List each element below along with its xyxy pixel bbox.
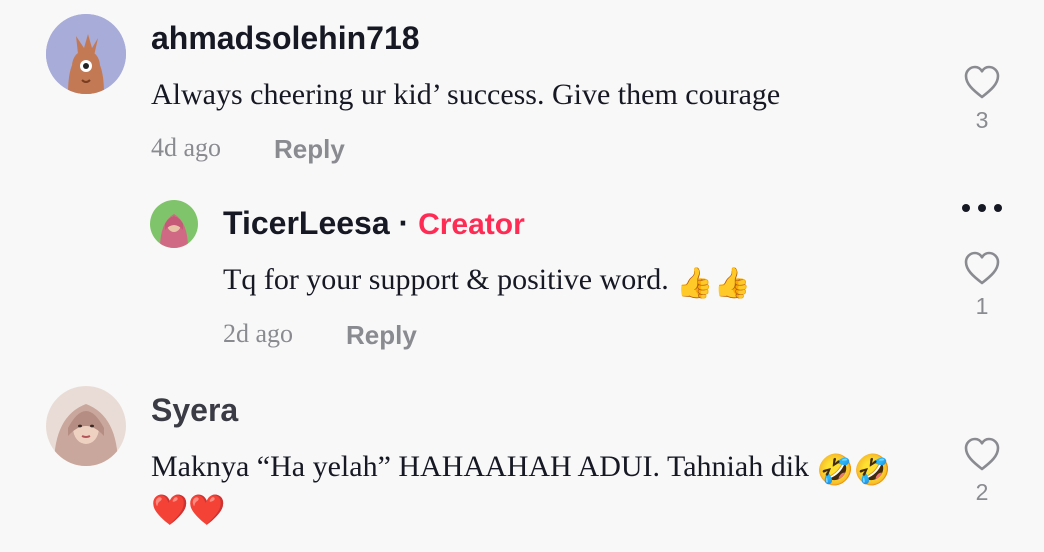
heart-outline-icon xyxy=(964,65,1000,99)
username[interactable]: ahmadsolehin718 xyxy=(151,20,420,57)
like-count: 3 xyxy=(975,107,989,133)
username[interactable]: Syera xyxy=(151,392,238,429)
thumbs-up-emoji: 👍👍 xyxy=(676,267,751,300)
comment-text-content: Maknya “Ha yelah” HAHAAHAH ADUI. Tahniah… xyxy=(151,450,817,483)
badge-separator: · xyxy=(398,205,410,241)
avatar-image xyxy=(46,386,126,466)
avatar-image xyxy=(150,200,198,248)
heart-outline-icon xyxy=(964,437,1000,471)
red-heart-emoji: ❤️❤️ xyxy=(151,494,226,527)
comment-time: 2d ago xyxy=(223,319,294,348)
like-button[interactable]: 1 xyxy=(962,250,1002,320)
reply-button[interactable]: Reply xyxy=(274,134,345,165)
comment-text: Maknya “Ha yelah” HAHAAHAH ADUI. Tahniah… xyxy=(151,450,891,488)
creator-username[interactable]: TicerLeesa xyxy=(223,205,390,241)
like-count: 2 xyxy=(975,479,989,505)
more-options-icon[interactable] xyxy=(960,198,1004,218)
avatar-image xyxy=(46,14,126,94)
comment-time: 4d ago xyxy=(151,133,222,162)
avatar[interactable] xyxy=(46,14,126,94)
comment-text: Always cheering ur kid’ success. Give th… xyxy=(151,78,781,111)
username: TicerLeesa · Creator xyxy=(223,205,525,242)
avatar[interactable] xyxy=(46,386,126,466)
like-button[interactable]: 3 xyxy=(962,64,1002,134)
comment-text: Tq for your support & positive word. 👍👍 xyxy=(223,263,751,301)
creator-badge: Creator xyxy=(418,208,525,241)
heart-outline-icon xyxy=(964,251,1000,285)
reply-button[interactable]: Reply xyxy=(346,320,417,351)
like-count: 1 xyxy=(975,293,989,319)
avatar[interactable] xyxy=(150,200,198,248)
rofl-emoji: 🤣🤣 xyxy=(816,454,892,487)
like-button[interactable]: 2 xyxy=(962,436,1002,506)
comment-text-line2: ❤️❤️ xyxy=(151,490,226,528)
comment-text-content: Tq for your support & positive word. xyxy=(223,263,677,296)
